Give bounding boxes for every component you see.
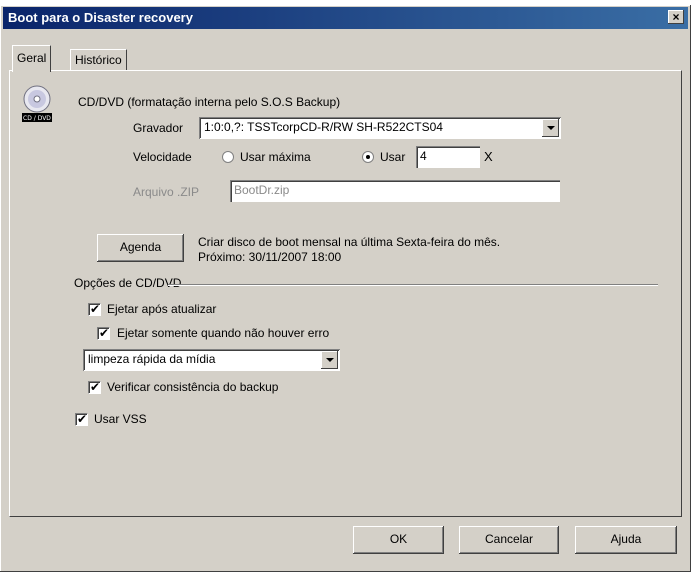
limpeza-value: limpeza rápida da mídia	[88, 352, 216, 366]
cd-heading: CD/DVD (formatação interna pelo S.O.S Ba…	[78, 95, 341, 109]
cd-dvd-icon: CD / DVD	[22, 85, 52, 122]
arquivo-zip-value: BootDr.zip	[234, 183, 290, 197]
opcoes-group-divider	[168, 284, 658, 286]
chevron-down-icon[interactable]	[321, 351, 338, 369]
ejetar-checkbox[interactable]	[88, 302, 101, 316]
radio-usar-maxima-label: Usar máxima	[240, 150, 311, 164]
tab-geral[interactable]: Geral	[12, 45, 52, 72]
radio-usar[interactable]	[362, 151, 374, 163]
usar-vss-label: Usar VSS	[94, 412, 147, 426]
chevron-down-icon[interactable]	[542, 119, 559, 137]
gravador-label: Gravador	[133, 121, 184, 135]
ejetar-sem-erro-checkbox[interactable]	[97, 326, 110, 340]
limpeza-select[interactable]: limpeza rápida da mídia	[83, 349, 340, 371]
radio-usar-maxima[interactable]	[222, 151, 234, 163]
title-bar[interactable]: Boot para o Disaster recovery ×	[3, 7, 688, 29]
close-button[interactable]: ×	[668, 10, 684, 24]
opcoes-group-label: Opções de CD/DVD	[74, 276, 182, 290]
speed-value: 4	[420, 149, 427, 163]
agenda-description: Criar disco de boot mensal na última Sex…	[198, 235, 501, 249]
speed-suffix: X	[484, 149, 493, 164]
usar-vss-checkbox[interactable]	[75, 412, 88, 426]
tab-historico[interactable]: Histórico	[70, 49, 127, 70]
gravador-value: 1:0:0,?: TSSTcorpCD-R/RW SH-R522CTS04	[204, 120, 443, 134]
velocidade-label: Velocidade	[133, 150, 192, 164]
verificar-label: Verificar consistência do backup	[107, 380, 279, 394]
gravador-select[interactable]: 1:0:0,?: TSSTcorpCD-R/RW SH-R522CTS04	[199, 117, 561, 139]
help-button[interactable]: Ajuda	[575, 526, 677, 554]
ok-button[interactable]: OK	[353, 526, 444, 554]
cd-icon-label: CD / DVD	[23, 115, 51, 122]
window-title: Boot para o Disaster recovery	[8, 10, 193, 25]
ejetar-label: Ejetar após atualizar	[107, 302, 217, 316]
speed-input[interactable]: 4	[416, 146, 480, 168]
agenda-button[interactable]: Agenda	[97, 234, 184, 262]
agenda-next-run: Próximo: 30/11/2007 18:00	[198, 250, 342, 264]
arquivo-zip-input[interactable]: BootDr.zip	[230, 180, 560, 202]
ejetar-sem-erro-label: Ejetar somente quando não houver erro	[117, 326, 330, 340]
cancel-button[interactable]: Cancelar	[459, 526, 559, 554]
verificar-checkbox[interactable]	[88, 380, 101, 394]
arquivo-zip-label: Arquivo .ZIP	[133, 185, 200, 199]
radio-usar-label: Usar	[380, 150, 406, 164]
dialog-window: Boot para o Disaster recovery × Geral Hi…	[0, 5, 691, 572]
